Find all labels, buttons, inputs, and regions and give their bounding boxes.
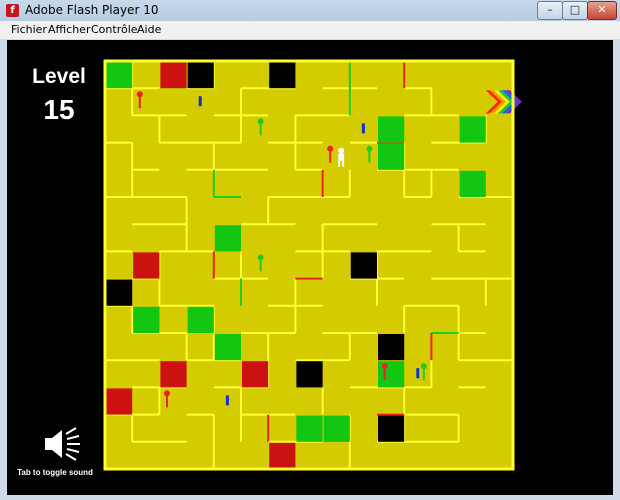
green-block	[459, 116, 486, 143]
green-block	[378, 116, 405, 143]
blue-pickup	[361, 123, 365, 134]
player-character	[338, 147, 345, 154]
player-character	[342, 160, 345, 167]
black-block	[296, 361, 323, 388]
blue-pickup	[198, 96, 202, 107]
red-block	[242, 361, 269, 388]
black-block	[106, 279, 133, 306]
black-block	[187, 62, 214, 89]
black-block	[350, 252, 377, 279]
maze-floor	[105, 61, 513, 469]
red-block	[160, 361, 187, 388]
green-block	[378, 143, 405, 170]
green-block	[187, 306, 214, 333]
red-block	[133, 252, 160, 279]
red-block	[106, 388, 133, 415]
red-block	[160, 62, 187, 89]
green-block	[133, 306, 160, 333]
green-block	[214, 225, 241, 252]
black-block	[378, 334, 405, 361]
player-character	[338, 160, 341, 167]
green-block	[214, 334, 241, 361]
blue-pickup	[416, 368, 420, 379]
app-window: f Adobe Flash Player 10 – □ ✕ Fichier Af…	[0, 0, 620, 500]
black-block	[378, 415, 405, 442]
red-block	[269, 442, 296, 469]
black-block	[269, 62, 296, 89]
green-block	[459, 170, 486, 197]
green-block	[106, 62, 133, 89]
green-block	[323, 415, 350, 442]
player-character	[338, 153, 345, 161]
green-block	[296, 415, 323, 442]
maze-board[interactable]	[0, 0, 620, 500]
blue-pickup	[225, 395, 229, 406]
